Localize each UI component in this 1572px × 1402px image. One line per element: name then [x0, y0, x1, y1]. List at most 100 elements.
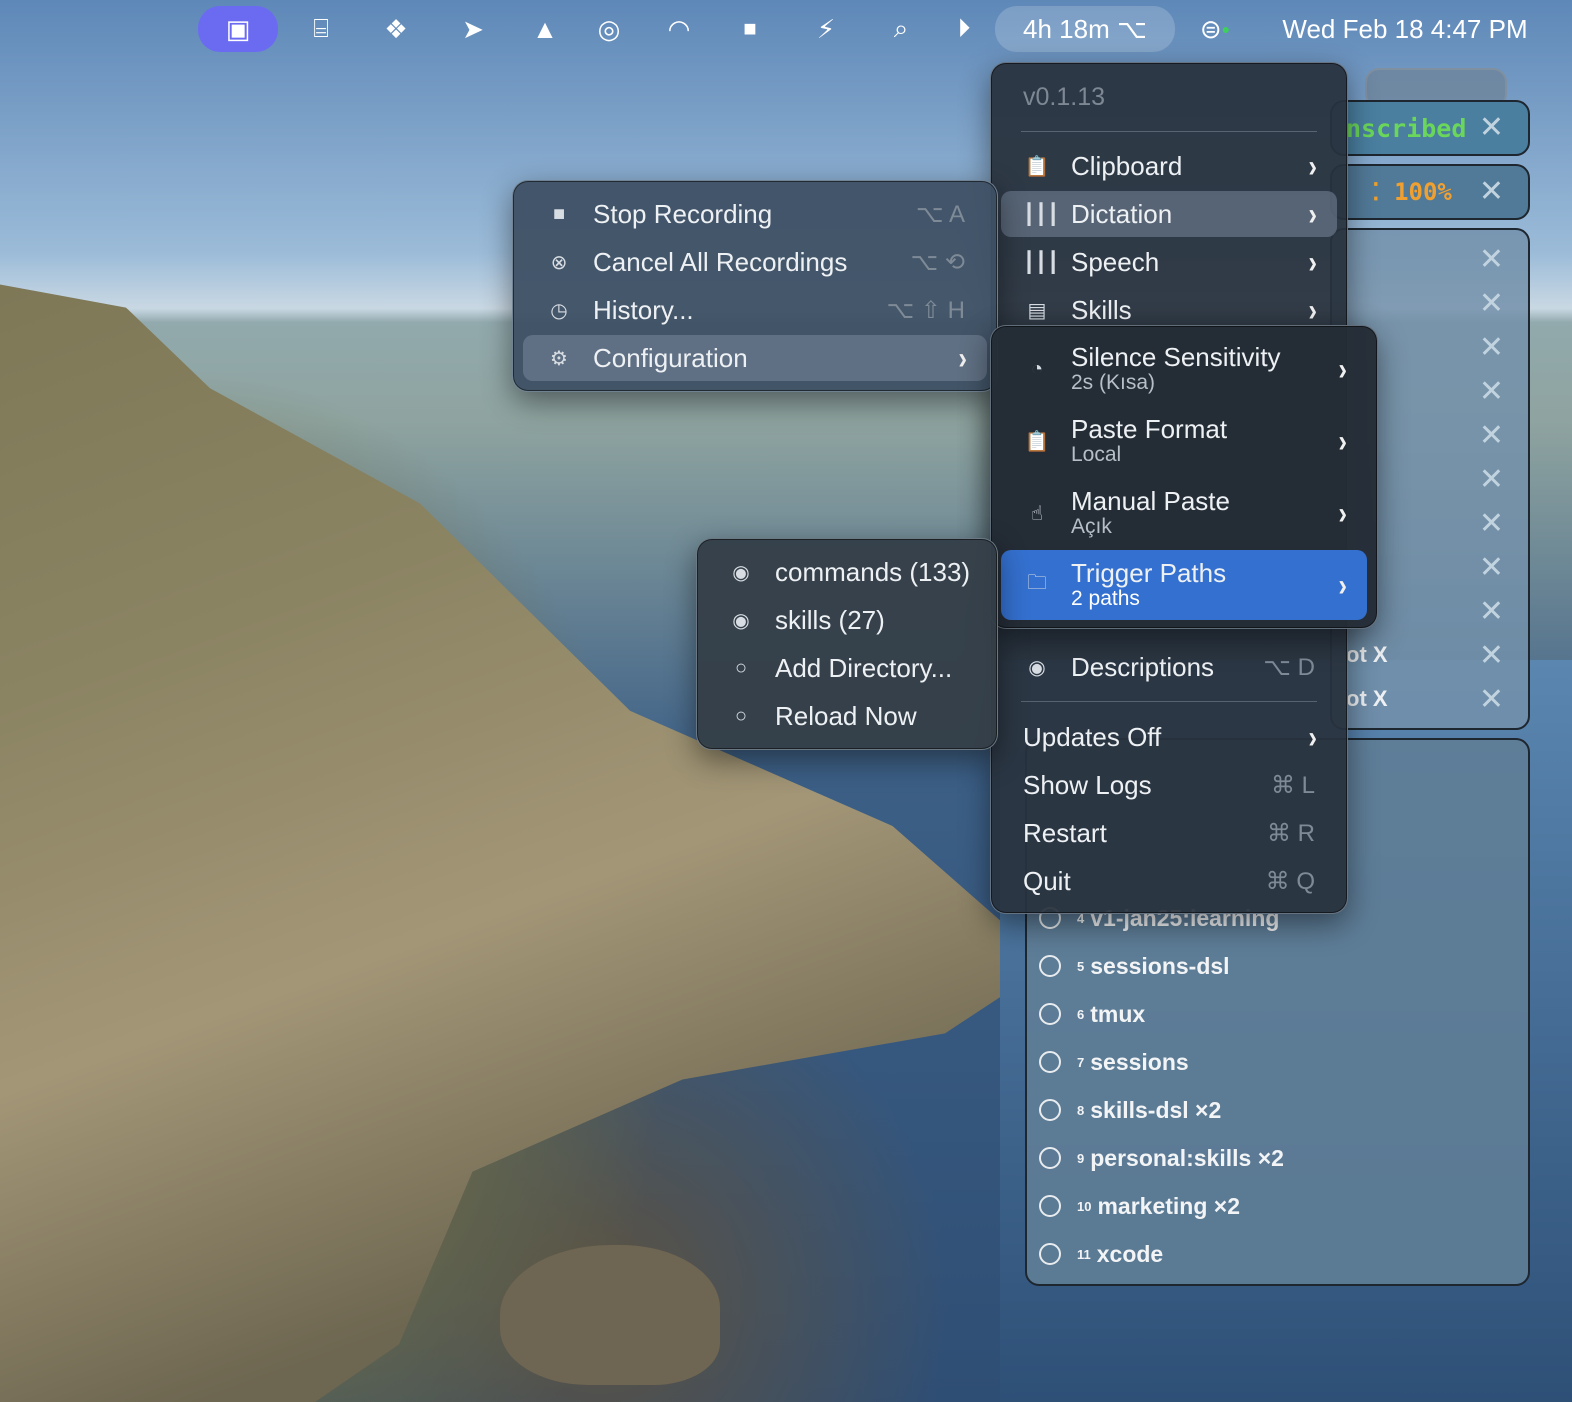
battery-time-item[interactable]: 4h 18m ⌥ [995, 6, 1175, 52]
list-item[interactable]: 5 sessions-dsl [1039, 946, 1230, 986]
close-icon[interactable]: ✕ [1479, 594, 1504, 629]
clock-icon: ◷ [550, 299, 568, 322]
list-item[interactable]: 11 xcode [1039, 1234, 1163, 1274]
play-icon[interactable]: ⏵ [943, 6, 985, 52]
menu-item-restart[interactable]: Restart ⌘ R [1001, 810, 1337, 856]
chevron-right-icon: › [1308, 195, 1317, 232]
waveform-icon: ┃┃┃ [1023, 251, 1060, 274]
close-icon[interactable]: ✕ [1479, 286, 1504, 321]
gear-icon: ⚙ [550, 347, 568, 370]
wallpaper-rock [500, 1245, 720, 1385]
close-icon[interactable]: ✕ [1479, 242, 1504, 277]
close-icon[interactable]: ✕ [1479, 174, 1504, 209]
close-icon[interactable]: ✕ [1479, 110, 1504, 145]
version-label: v0.1.13 [1023, 83, 1106, 111]
close-icon[interactable]: ✕ [1479, 374, 1504, 409]
chevron-right-icon: › [1308, 243, 1317, 280]
diamond-grid-icon[interactable]: ❖ [375, 6, 417, 52]
menu-item-updates[interactable]: Updates Off › [1001, 714, 1337, 760]
queue-fragment: ot X [1346, 642, 1388, 667]
divider [1021, 701, 1317, 702]
menu-item-trigger-paths[interactable]: 🗀 Trigger Paths 2 paths › [1001, 550, 1367, 620]
search-icon[interactable]: ⌕ [880, 6, 922, 52]
chevron-right-icon: › [1338, 422, 1347, 459]
clipboard-icon: 📋 [1024, 430, 1050, 453]
menu-item-dictation[interactable]: ┃┃┃ Dictation › [1001, 191, 1337, 237]
menu-item-reload-now[interactable]: ○ Reload Now [707, 693, 987, 739]
list-item[interactable]: 8 skills-dsl ×2 [1039, 1090, 1221, 1130]
transcribed-status: nscribed [1346, 114, 1467, 143]
queue-fragment: ot X [1346, 686, 1388, 711]
menu-item-stop-recording[interactable]: ■ Stop Recording ⌥ A [523, 191, 987, 237]
radio-icon [1039, 1243, 1061, 1265]
cancel-circle-icon: ⊗ [550, 251, 568, 274]
clock[interactable]: Wed Feb 18 4:47 PM [1270, 6, 1540, 52]
configuration-submenu: ◔ Silence Sensitivity 2s (Kısa) › 📋 Paste Fo… [990, 325, 1378, 629]
battery-charging-icon[interactable]: ⚡ [800, 6, 852, 52]
drive-icon[interactable]: ▲ [524, 6, 566, 52]
close-icon[interactable]: ✕ [1479, 550, 1504, 585]
progress-panel: ⁚ 100% ✕ [1330, 164, 1530, 220]
chevron-right-icon: › [1338, 566, 1347, 603]
radio-icon [1039, 1051, 1061, 1073]
chevron-right-icon: › [1308, 291, 1317, 328]
chevron-right-icon: › [1338, 494, 1347, 531]
presentation-icon[interactable]: ⌸ [300, 6, 342, 52]
menu-item-add-directory[interactable]: ○ Add Directory... [707, 645, 987, 691]
battery-time: 4h 18m [1023, 13, 1110, 44]
menu-item-speech[interactable]: ┃┃┃ Speech › [1001, 239, 1337, 285]
close-icon[interactable]: ✕ [1479, 638, 1504, 673]
list-item[interactable]: 7 sessions [1039, 1042, 1189, 1082]
status-panel: nscribed ✕ [1330, 100, 1530, 156]
menu-item-manual-paste[interactable]: ☝ Manual Paste Açık › [1001, 480, 1367, 546]
list-item[interactable]: 9 personal:skills ×2 [1039, 1138, 1284, 1178]
list-item[interactable]: 6 tmux [1039, 994, 1145, 1034]
radio-icon [1039, 1195, 1061, 1217]
menu-item-configuration[interactable]: ⚙ Configuration › [523, 335, 987, 381]
dictation-submenu: ■ Stop Recording ⌥ A ⊗ Cancel All Recording… [512, 180, 998, 392]
option-key-icon: ⌥ [1117, 13, 1147, 44]
radio-icon [1039, 1003, 1061, 1025]
close-icon[interactable]: ✕ [1479, 462, 1504, 497]
wifi-icon[interactable]: ◠ [658, 6, 700, 52]
close-icon[interactable]: ✕ [1479, 330, 1504, 365]
menu-item-skills-path[interactable]: ◉ skills (27) [707, 597, 987, 643]
close-icon[interactable]: ✕ [1479, 418, 1504, 453]
menu-item-silence-sensitivity[interactable]: ◔ Silence Sensitivity 2s (Kısa) › [1001, 336, 1367, 402]
radio-empty-icon: ○ [734, 704, 748, 727]
onepassword-icon[interactable]: ◎ [588, 6, 630, 52]
menu-item-descriptions[interactable]: ◉ Descriptions ⌥ D [1001, 644, 1337, 690]
book-icon: ▤ [1027, 299, 1047, 322]
stop-record-icon[interactable]: ⏹ [729, 6, 771, 52]
radio-icon [1039, 955, 1061, 977]
hand-icon: ☝ [1030, 502, 1044, 525]
menu-item-paste-format[interactable]: 📋 Paste Format Local › [1001, 408, 1367, 474]
menu-item-show-logs[interactable]: Show Logs ⌘ L [1001, 762, 1337, 808]
folder-icon: 🗀 [1027, 572, 1047, 594]
clipboard-icon: 📋 [1024, 155, 1050, 178]
location-arrow-icon[interactable]: ➤ [452, 6, 494, 52]
radio-icon [1039, 1147, 1061, 1169]
menu-bar: ▣ ⌸ ❖ ➤ ▲ ◎ ◠ ⏹ ⚡ ⌕ ⏵ 4h 18m ⌥ ⊜ ● Wed Fe… [0, 0, 1572, 58]
menu-item-history[interactable]: ◷ History... ⌥ ⇧ H [523, 287, 987, 333]
close-icon[interactable]: ✕ [1479, 682, 1504, 717]
divider [1021, 131, 1317, 132]
eye-slash-icon: ◉ [1028, 656, 1046, 679]
wallpaper-cliffs [0, 284, 1050, 1402]
stop-icon: ■ [552, 202, 566, 225]
list-item[interactable]: 10 marketing ×2 [1039, 1186, 1240, 1226]
progress-dots-icon: ⁚ [1372, 178, 1395, 206]
chevron-right-icon: › [1308, 147, 1317, 184]
menu-item-clipboard[interactable]: 📋 Clipboard › [1001, 143, 1337, 189]
trigger-paths-submenu: ◉ commands (133) ◉ skills (27) ○ Add Direct… [696, 538, 998, 750]
menu-item-commands[interactable]: ◉ commands (133) [707, 549, 987, 595]
chevron-right-icon: › [958, 339, 967, 376]
menu-item-cancel-all[interactable]: ⊗ Cancel All Recordings ⌥ ⟲ [523, 239, 987, 285]
screen-share-icon[interactable]: ▣ [198, 6, 278, 52]
close-icon[interactable]: ✕ [1479, 506, 1504, 541]
progress-value: 100% [1394, 178, 1452, 206]
chevron-right-icon: › [1308, 718, 1317, 755]
timer-icon: ◔ [1030, 357, 1044, 380]
control-center-icon[interactable]: ⊜ ● [1186, 6, 1244, 52]
menu-item-quit[interactable]: Quit ⌘ Q [1001, 858, 1337, 904]
